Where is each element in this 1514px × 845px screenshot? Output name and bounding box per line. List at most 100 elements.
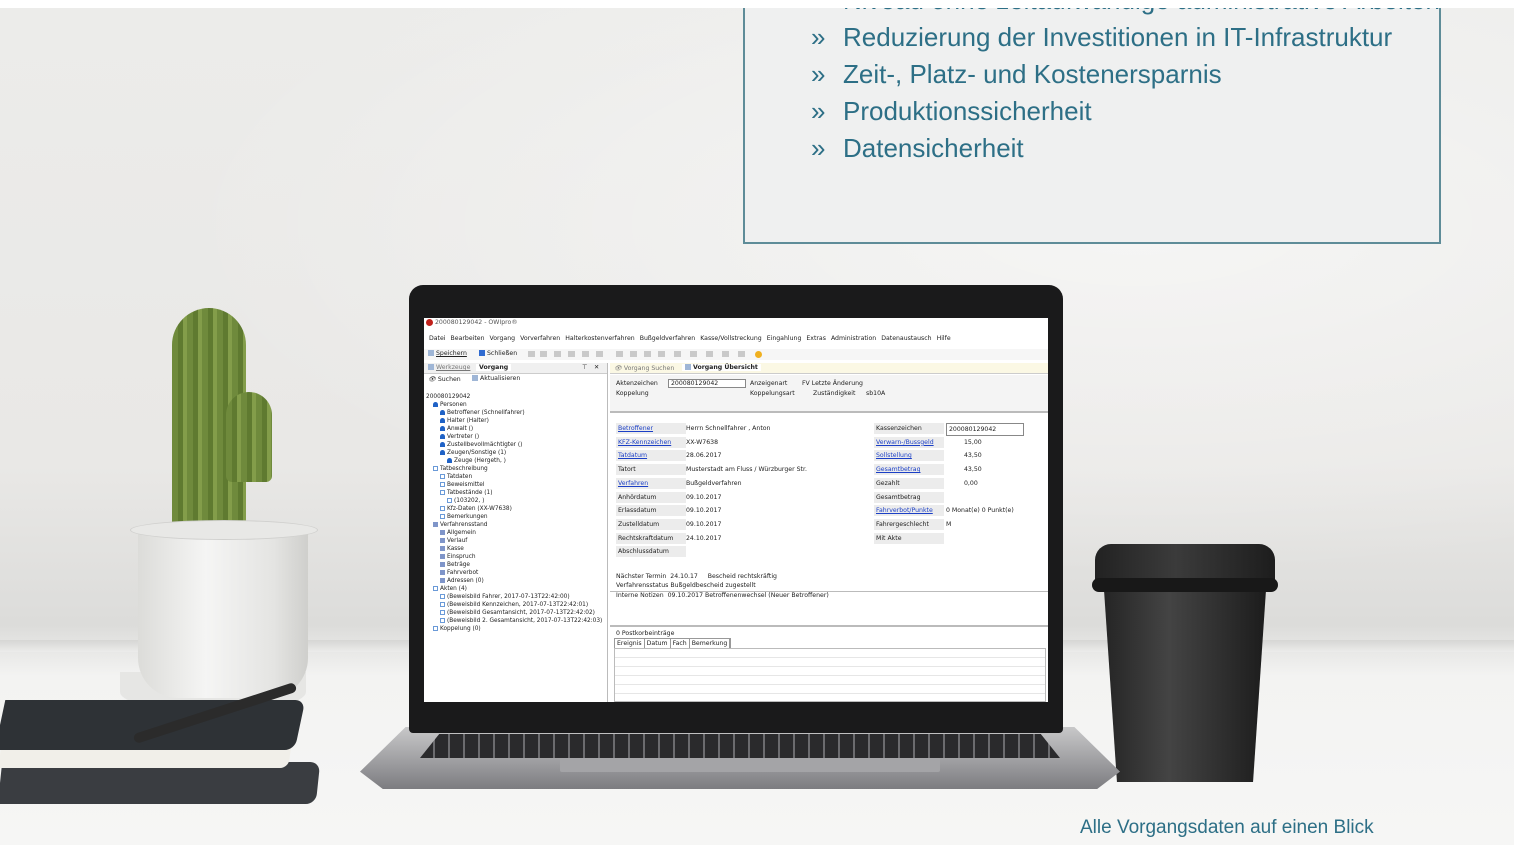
tree-node[interactable]: Zeugen/Sonstige (1) <box>426 449 602 457</box>
toolbar-icon[interactable] <box>644 351 651 357</box>
tree-node[interactable]: Kasse <box>426 545 602 553</box>
tree-node[interactable]: Betroffener (Schnellfahrer) <box>426 409 602 417</box>
bullet-marker: » <box>811 59 826 89</box>
tree-node-label: Tatdaten <box>447 474 473 480</box>
tree-node[interactable]: Halter (Halter) <box>426 417 602 425</box>
tab-case[interactable]: Vorgang <box>476 364 512 371</box>
field-label[interactable]: KFZ-Kennzeichen <box>616 436 686 448</box>
field-label[interactable]: Verfahren <box>616 477 686 489</box>
column-header[interactable]: Fach <box>671 639 690 648</box>
column-header[interactable]: Datum <box>645 639 671 648</box>
tree-node[interactable]: Bemerkungen <box>426 513 602 521</box>
field-value: 09.10.2017 <box>686 507 722 515</box>
tree-node[interactable]: Tatbestände (1) <box>426 489 602 497</box>
app-logo-icon <box>426 319 433 326</box>
toolbar-icon[interactable] <box>568 351 575 357</box>
tab-tools[interactable]: Werkzeuge <box>428 364 470 371</box>
toolbar-icon[interactable] <box>690 351 697 357</box>
column-header[interactable]: Ereignis <box>615 639 645 648</box>
tree-node[interactable]: Koppelung (0) <box>426 625 602 633</box>
menu-item[interactable]: Datei <box>429 335 446 342</box>
toolbar-icon[interactable] <box>630 351 637 357</box>
field-label[interactable]: Gesamtbetrag <box>874 464 944 476</box>
document-icon <box>440 506 445 511</box>
tree-node[interactable]: Fahrverbot <box>426 569 602 577</box>
pin-icon[interactable]: ⊤ <box>582 364 587 371</box>
toolbar-icon[interactable] <box>528 351 535 357</box>
tree-node[interactable]: 200080129042 <box>426 393 602 401</box>
tree-node[interactable]: (Beweisbild Gesamtansicht, 2017-07-13T22… <box>426 609 602 617</box>
field-label: Fahrergeschlecht <box>874 518 944 530</box>
tree-node[interactable]: (103202, ) <box>426 497 602 505</box>
tree-node[interactable]: (Beweisbild Kennzeichen, 2017-07-13T22:4… <box>426 601 602 609</box>
toolbar-icon[interactable] <box>540 351 547 357</box>
toolbar-icon[interactable] <box>582 351 589 357</box>
tree-node[interactable]: (Beweisbild Fahrer, 2017-07-13T22:42:00) <box>426 593 602 601</box>
tree-node[interactable]: Anwalt () <box>426 425 602 433</box>
tree-node[interactable]: Beträge <box>426 561 602 569</box>
tree-node[interactable]: Personen <box>426 401 602 409</box>
close-button[interactable]: Schließen <box>479 350 517 357</box>
tree-node-label: Betroffener (Schnellfahrer) <box>447 410 525 416</box>
tree-node[interactable]: Allgemein <box>426 529 602 537</box>
tree-node-label: (Beweisbild 2. Gesamtansicht, 2017-07-13… <box>447 618 603 624</box>
close-icon <box>479 350 485 356</box>
menu-item[interactable]: Bearbeiten <box>451 335 485 342</box>
tree-node[interactable]: Kfz-Daten (XX-W7638) <box>426 505 602 513</box>
menu-item[interactable]: Extras <box>806 335 826 342</box>
toolbar-icon[interactable] <box>706 351 713 357</box>
field-label[interactable]: Verwarn-/Bussgeld <box>874 436 944 448</box>
tree-node[interactable]: Vertreter () <box>426 433 602 441</box>
menu-item[interactable]: Bußgeldverfahren <box>640 335 696 342</box>
tree-node[interactable]: Zustellbevollmächtigter () <box>426 441 602 449</box>
menu-item[interactable]: Administration <box>831 335 876 342</box>
tree-node[interactable]: Akten (4) <box>426 585 602 593</box>
tree-node[interactable]: Tatbeschreibung <box>426 465 602 473</box>
menu-item[interactable]: Hilfe <box>937 335 951 342</box>
overview-icon <box>685 364 691 370</box>
menu-item[interactable]: Datenaustausch <box>881 335 931 342</box>
tab-case-overview[interactable]: Vorgang Übersicht <box>682 364 761 371</box>
field-label[interactable]: Tatdatum <box>616 450 686 462</box>
grid-icon <box>440 578 445 583</box>
save-button[interactable]: Speichern <box>428 350 467 357</box>
toolbar-icon[interactable] <box>674 351 681 357</box>
menu-item[interactable]: Halterkostenverfahren <box>565 335 635 342</box>
toolbar-icon[interactable] <box>658 351 665 357</box>
document-icon <box>440 610 445 615</box>
coffee-cup <box>1104 590 1266 782</box>
close-panel-icon[interactable]: ✕ <box>594 364 599 371</box>
help-icon[interactable] <box>755 351 762 358</box>
field-value: 43,50 <box>964 452 982 460</box>
aktenzeichen-field[interactable]: 200080129042 <box>668 379 746 388</box>
toolbar-icon[interactable] <box>738 351 745 357</box>
toolbar-icon[interactable] <box>554 351 561 357</box>
field-label: Gesamtbetrag bezahlt <box>874 491 944 512</box>
tree-node[interactable]: Zeuge (Hergeth, ) <box>426 457 602 465</box>
menu-item[interactable]: Eingahlung <box>767 335 802 342</box>
tree-node[interactable]: Adressen (0) <box>426 577 602 585</box>
tree-node[interactable]: Verlauf <box>426 537 602 545</box>
tree-node[interactable]: Einspruch <box>426 553 602 561</box>
tree-node-label: 200080129042 <box>426 394 471 400</box>
person-icon <box>440 442 445 447</box>
field-value: Musterstadt am Fluss / Würzburger Str. <box>686 466 807 474</box>
menu-item[interactable]: Vorverfahren <box>520 335 560 342</box>
tree-node[interactable]: Beweismittel <box>426 481 602 489</box>
field-label[interactable]: Sollstellung <box>874 450 944 462</box>
refresh-button[interactable]: Aktualisieren <box>472 375 520 382</box>
search-button[interactable]: 👁 Suchen <box>428 375 461 383</box>
toolbar-icon[interactable] <box>596 351 603 357</box>
field-label[interactable]: Fahrverbot/Punkte <box>874 505 944 517</box>
toolbar-icon[interactable] <box>616 351 623 357</box>
tab-case-search[interactable]: 👁 Vorgang Suchen <box>614 364 674 372</box>
tree-node[interactable]: (Beweisbild 2. Gesamtansicht, 2017-07-13… <box>426 617 602 625</box>
toolbar-icon[interactable] <box>722 351 729 357</box>
menu-item[interactable]: Kasse/Vollstreckung <box>700 335 761 342</box>
tree-node[interactable]: Tatdaten <box>426 473 602 481</box>
field-label[interactable]: Betroffener <box>616 423 686 434</box>
menu-item[interactable]: Vorgang <box>490 335 516 342</box>
column-header[interactable]: Bemerkung <box>690 639 731 648</box>
feature-item: » Produktionssicherheit <box>811 93 1440 130</box>
tree-node[interactable]: Verfahrensstand <box>426 521 602 529</box>
